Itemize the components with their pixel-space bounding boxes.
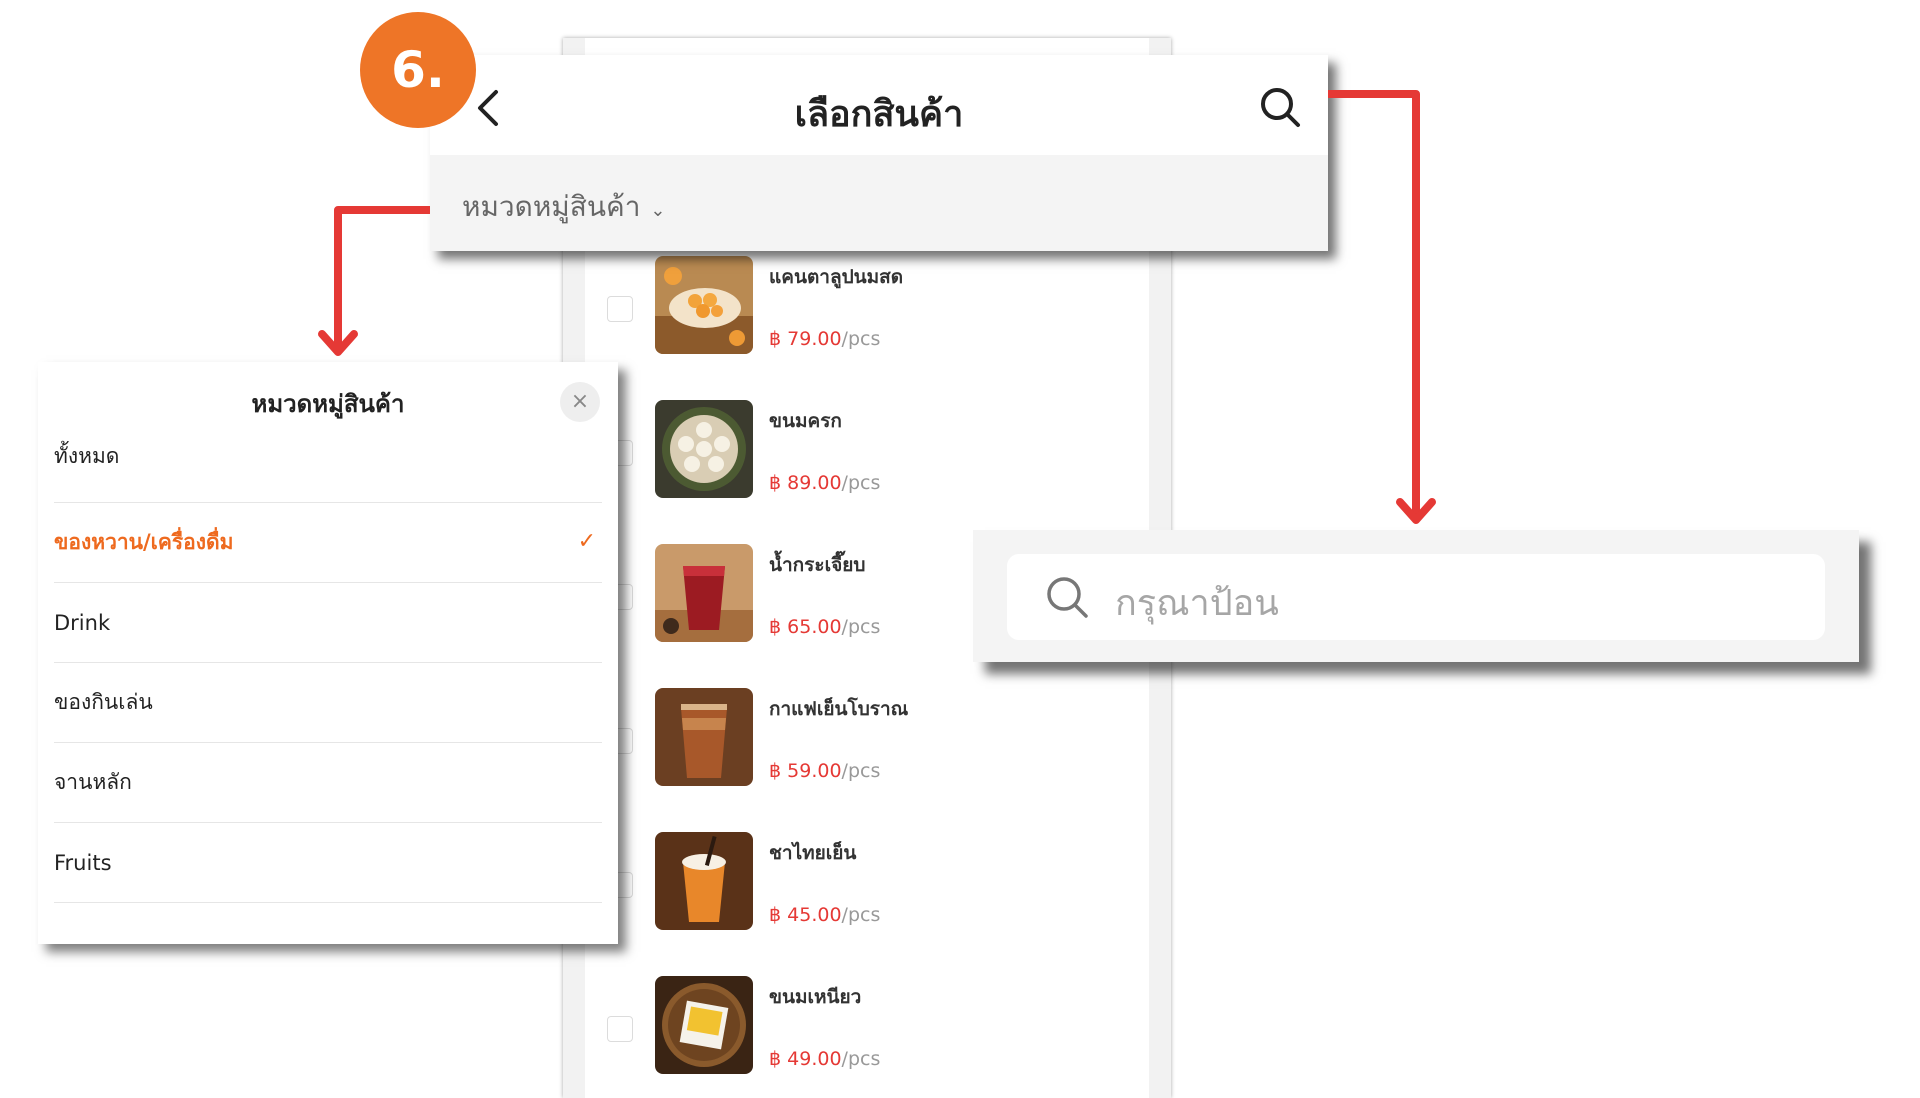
list-item[interactable]: ชาไทยเย็น ฿ 45.00/pcs <box>585 832 1149 952</box>
product-image <box>655 400 753 498</box>
chevron-down-icon: ⌄ <box>650 200 666 221</box>
search-placeholder: กรุณาป้อน <box>1115 583 1279 624</box>
list-item[interactable]: กาแฟเย็นโบราณ ฿ 59.00/pcs <box>585 688 1149 808</box>
checkmark-icon: ✓ <box>577 529 596 554</box>
list-item[interactable]: ขนมเหนียว ฿ 49.00/pcs <box>585 976 1149 1096</box>
arrowhead-search <box>1396 498 1436 524</box>
product-price: ฿ 59.00/pcs <box>769 760 881 782</box>
category-item-drink[interactable]: Drink <box>54 583 602 663</box>
arrow-to-category-sheet <box>334 206 430 348</box>
search-input[interactable]: กรุณาป้อน <box>1007 554 1825 640</box>
product-price: ฿ 45.00/pcs <box>769 904 881 926</box>
product-checkbox[interactable] <box>607 296 633 322</box>
category-filter-bar: หมวดหมู่สินค้า ⌄ <box>430 155 1328 251</box>
app-header: เลือกสินค้า <box>430 55 1328 155</box>
product-checkbox[interactable] <box>607 1016 633 1042</box>
product-name: กาแฟเย็นโบราณ <box>769 698 909 720</box>
search-icon <box>1045 575 1089 619</box>
category-list: ทั้งหมด ของหวาน/เครื่องดื่ม ✓ Drink ของกิ… <box>54 440 602 903</box>
product-name: ขนมครก <box>769 410 842 432</box>
category-sheet: หมวดหมู่สินค้า × ทั้งหมด ของหวาน/เครื่อง… <box>38 362 618 944</box>
sheet-title: หมวดหมู่สินค้า <box>251 390 405 418</box>
step-badge: 6. <box>360 12 476 128</box>
close-icon[interactable]: × <box>560 382 600 422</box>
list-item[interactable]: แคนตาลูปนมสด ฿ 79.00/pcs <box>585 256 1149 376</box>
product-image <box>655 256 753 354</box>
category-filter-dropdown[interactable]: หมวดหมู่สินค้า ⌄ <box>462 185 666 229</box>
product-name: น้ำกระเจี๊ยบ <box>769 554 866 576</box>
product-image <box>655 544 753 642</box>
search-icon[interactable] <box>1258 85 1302 129</box>
product-image <box>655 688 753 786</box>
product-price: ฿ 89.00/pcs <box>769 472 881 494</box>
category-item-main-dish[interactable]: จานหลัก <box>54 743 602 823</box>
page-title: เลือกสินค้า <box>794 94 964 135</box>
product-name: แคนตาลูปนมสด <box>769 266 904 288</box>
list-item[interactable]: ขนมครก ฿ 89.00/pcs <box>585 400 1149 520</box>
category-item-all[interactable]: ทั้งหมด <box>54 440 602 503</box>
category-item-fruits[interactable]: Fruits <box>54 823 602 903</box>
search-panel: กรุณาป้อน <box>973 530 1859 662</box>
header-card: เลือกสินค้า หมวดหมู่สินค้า ⌄ <box>430 55 1328 251</box>
arrowhead-category <box>318 330 358 356</box>
product-price: ฿ 49.00/pcs <box>769 1048 881 1070</box>
product-image <box>655 976 753 1074</box>
category-item-dessert-drink[interactable]: ของหวาน/เครื่องดื่ม ✓ <box>54 503 602 583</box>
category-filter-label: หมวดหมู่สินค้า <box>462 190 641 223</box>
product-name: ชาไทยเย็น <box>769 842 857 864</box>
category-item-snack[interactable]: ของกินเล่น <box>54 663 602 743</box>
product-price: ฿ 79.00/pcs <box>769 328 881 350</box>
product-name: ขนมเหนียว <box>769 986 862 1008</box>
arrow-to-search-panel <box>1328 90 1420 516</box>
product-image <box>655 832 753 930</box>
product-price: ฿ 65.00/pcs <box>769 616 881 638</box>
